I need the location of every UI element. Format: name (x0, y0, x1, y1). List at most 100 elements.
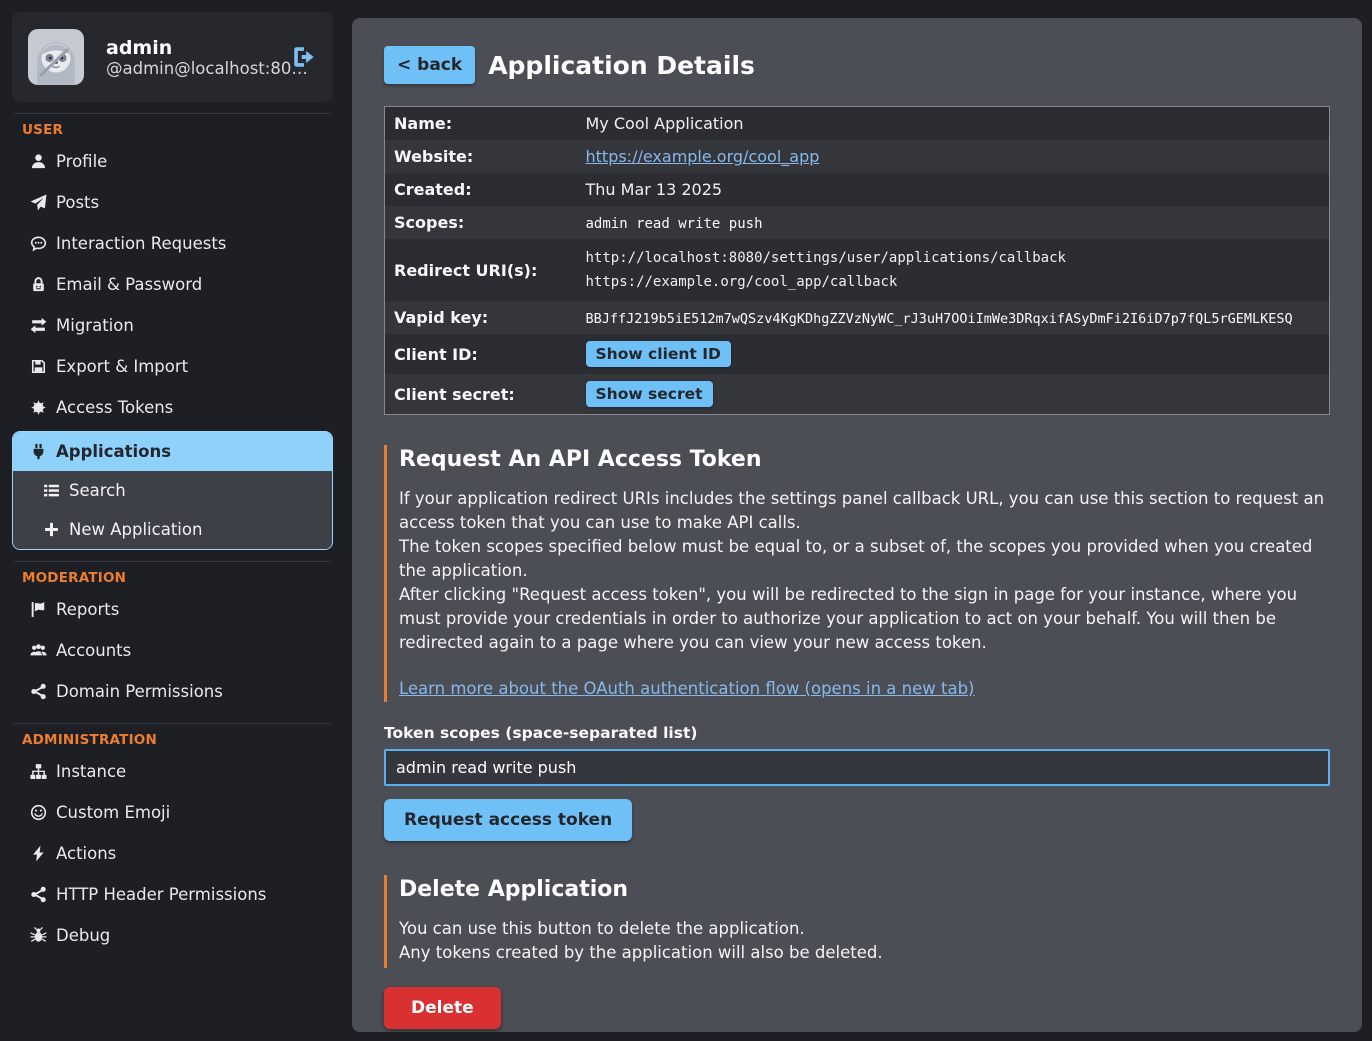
sidebar-item-label: Actions (56, 844, 116, 863)
row-label: Created: (385, 173, 577, 206)
sidebar-item-applications-search[interactable]: Search (13, 471, 332, 510)
app-name-value: My Cool Application (577, 107, 1330, 141)
sidebar-item-instance[interactable]: Instance (12, 751, 333, 792)
bug-icon (30, 927, 47, 944)
share-nodes-icon (30, 683, 47, 700)
show-client-id-button[interactable]: Show client ID (586, 341, 731, 367)
sidebar: admin @admin@localhost:80… USER Profile … (0, 0, 345, 1041)
user-card[interactable]: admin @admin@localhost:80… (12, 12, 333, 102)
table-row-redirect-uris: Redirect URI(s): http://localhost:8080/s… (385, 239, 1330, 301)
sidebar-item-label: Posts (56, 193, 99, 212)
sidebar-item-label: Access Tokens (56, 398, 173, 417)
divider (14, 561, 331, 562)
application-details-table: Name: My Cool Application Website: https… (384, 106, 1330, 415)
website-link[interactable]: https://example.org/cool_app (586, 147, 820, 166)
sidebar-item-custom-emoji[interactable]: Custom Emoji (12, 792, 333, 833)
row-label: Vapid key: (385, 301, 577, 334)
sidebar-item-label: Instance (56, 762, 126, 781)
sidebar-item-label: Export & Import (56, 357, 188, 376)
sidebar-item-access-tokens[interactable]: Access Tokens (12, 387, 333, 428)
redirect-uri-2: https://example.org/cool_app/callback (586, 270, 1322, 294)
request-token-heading: Request An API Access Token (399, 447, 1330, 472)
sidebar-item-export-import[interactable]: Export & Import (12, 346, 333, 387)
row-label: Scopes: (385, 206, 577, 239)
sidebar-item-label: Domain Permissions (56, 682, 223, 701)
delete-application-heading: Delete Application (399, 877, 1330, 902)
section-label-administration: ADMINISTRATION (22, 732, 333, 748)
sidebar-item-label: Accounts (56, 641, 131, 660)
list-icon (43, 482, 60, 499)
username: admin (106, 37, 172, 59)
sidebar-item-label: Profile (56, 152, 107, 171)
sidebar-item-interaction-requests[interactable]: Interaction Requests (12, 223, 333, 264)
sidebar-item-label: Email & Password (56, 275, 202, 294)
row-label: Name: (385, 107, 577, 141)
user-handle: @admin@localhost:80… (106, 59, 308, 78)
table-row-scopes: Scopes: admin read write push (385, 206, 1330, 239)
sidebar-item-posts[interactable]: Posts (12, 182, 333, 223)
delete-line-2: Any tokens created by the application wi… (399, 941, 1330, 965)
sidebar-item-label: Custom Emoji (56, 803, 170, 822)
sidebar-item-label: Search (69, 481, 126, 500)
sidebar-item-migration[interactable]: Migration (12, 305, 333, 346)
user-icon (30, 153, 47, 170)
delete-line-1: You can use this button to delete the ap… (399, 917, 1330, 941)
divider (14, 723, 331, 724)
page-title: Application Details (488, 51, 755, 80)
sidebar-item-applications[interactable]: Applications (13, 432, 332, 471)
applications-group: Applications Search New Application (12, 431, 333, 550)
sidebar-item-profile[interactable]: Profile (12, 141, 333, 182)
avatar (28, 29, 84, 85)
floppy-disk-icon (30, 358, 47, 375)
table-row-client-id: Client ID: Show client ID (385, 334, 1330, 374)
table-row-name: Name: My Cool Application (385, 107, 1330, 141)
oauth-docs-link[interactable]: Learn more about the OAuth authenticatio… (399, 679, 975, 698)
scopes-value: admin read write push (586, 216, 763, 232)
settings-panel: admin @admin@localhost:80… USER Profile … (0, 0, 1372, 1041)
show-secret-button[interactable]: Show secret (586, 381, 713, 407)
flag-icon (30, 601, 47, 618)
smiley-icon (30, 804, 47, 821)
plug-icon (30, 443, 47, 460)
share-nodes-icon (30, 886, 47, 903)
sidebar-item-debug[interactable]: Debug (12, 915, 333, 956)
user-info: admin @admin@localhost:80… (106, 37, 267, 78)
main-panel: < back Application Details Name: My Cool… (352, 18, 1362, 1032)
delete-button[interactable]: Delete (384, 987, 501, 1029)
row-label: Redirect URI(s): (385, 239, 577, 301)
sidebar-item-label: Migration (56, 316, 134, 335)
sidebar-item-applications-new[interactable]: New Application (13, 510, 332, 549)
divider (14, 113, 331, 114)
section-label-user: USER (22, 122, 333, 138)
paper-plane-icon (30, 194, 47, 211)
request-access-token-button[interactable]: Request access token (384, 799, 632, 841)
redirect-uri-1: http://localhost:8080/settings/user/appl… (586, 246, 1322, 270)
table-row-client-secret: Client secret: Show secret (385, 374, 1330, 415)
token-scopes-form: Token scopes (space-separated list) Requ… (384, 724, 1330, 841)
created-value: Thu Mar 13 2025 (577, 173, 1330, 206)
delete-application-section: Delete Application You can use this butt… (384, 875, 1330, 969)
back-button[interactable]: < back (384, 46, 475, 84)
vapid-key-value: BBJffJ219b5iE512m7wQSzv4KgKDhgZZVzNyWC_r… (586, 311, 1293, 327)
request-token-paragraph-1: If your application redirect URIs includ… (399, 487, 1330, 535)
sidebar-item-domain-permissions[interactable]: Domain Permissions (12, 671, 333, 712)
request-token-paragraph-2: The token scopes specified below must be… (399, 535, 1330, 583)
table-row-created: Created: Thu Mar 13 2025 (385, 173, 1330, 206)
table-row-vapid-key: Vapid key: BBJffJ219b5iE512m7wQSzv4KgKDh… (385, 301, 1330, 334)
sidebar-item-email-password[interactable]: Email & Password (12, 264, 333, 305)
sidebar-item-label: HTTP Header Permissions (56, 885, 266, 904)
request-token-section: Request An API Access Token If your appl… (384, 445, 1330, 701)
sidebar-item-label: Interaction Requests (56, 234, 226, 253)
sidebar-item-reports[interactable]: Reports (12, 589, 333, 630)
sign-out-icon[interactable] (291, 44, 317, 70)
sitemap-icon (30, 763, 47, 780)
sidebar-item-accounts[interactable]: Accounts (12, 630, 333, 671)
table-row-website: Website: https://example.org/cool_app (385, 140, 1330, 173)
token-scopes-input[interactable] (384, 749, 1330, 786)
sidebar-item-http-header-permissions[interactable]: HTTP Header Permissions (12, 874, 333, 915)
row-label: Client ID: (385, 334, 577, 374)
sidebar-item-label: Reports (56, 600, 119, 619)
sidebar-item-actions[interactable]: Actions (12, 833, 333, 874)
sidebar-item-label: Applications (56, 442, 171, 461)
lock-icon (30, 276, 47, 293)
